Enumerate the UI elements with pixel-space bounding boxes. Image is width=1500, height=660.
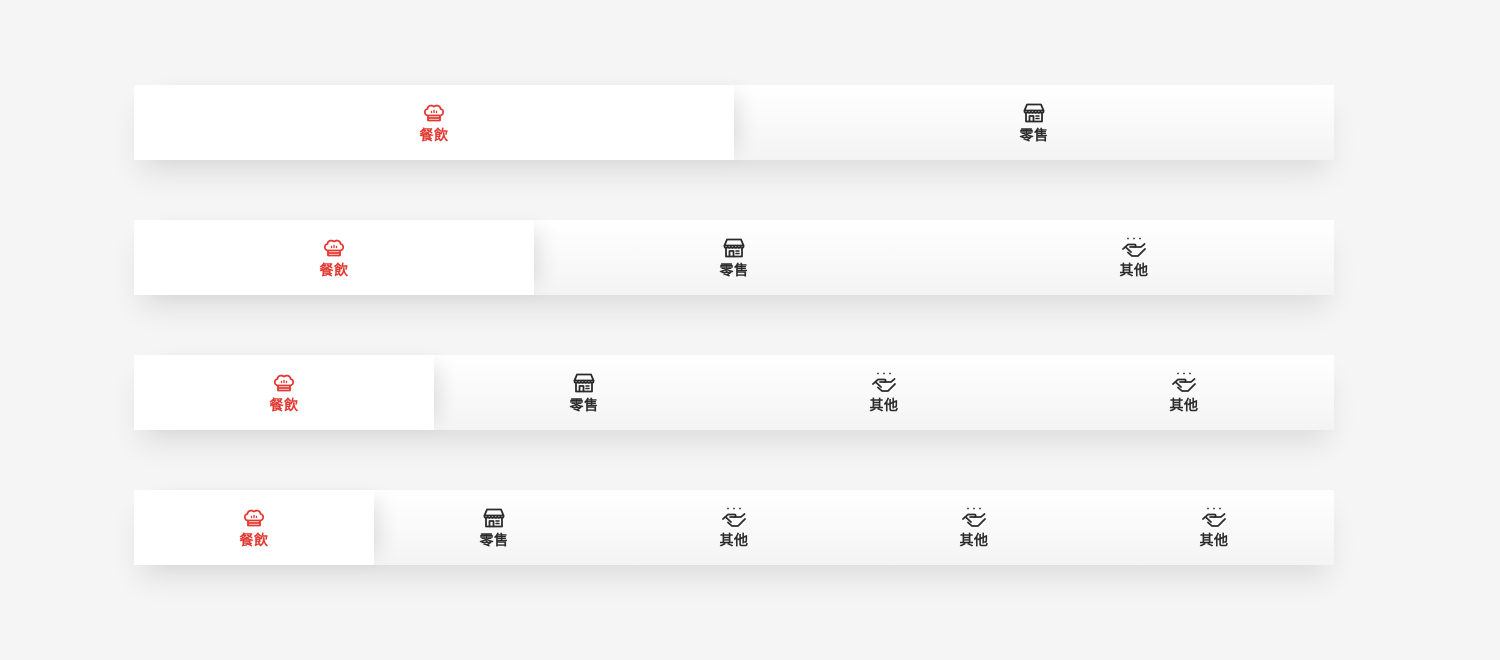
tab-3[interactable]: 其他: [734, 355, 1034, 430]
tab-1[interactable]: 餐飲: [134, 85, 734, 160]
tab-label: 零售: [569, 398, 599, 414]
tab-4[interactable]: 其他: [854, 490, 1094, 565]
tab-2[interactable]: 零售: [434, 355, 734, 430]
store-icon: [480, 505, 508, 531]
tab-1[interactable]: 餐飲: [134, 220, 534, 295]
tab-2[interactable]: 零售: [734, 85, 1334, 160]
tab-label: 餐飲: [269, 398, 299, 414]
tab-label: 零售: [1019, 128, 1049, 144]
hand-service-icon: [720, 505, 748, 531]
store-icon: [1020, 100, 1048, 126]
store-icon: [570, 370, 598, 396]
tab-bar-2: 餐飲 零售 其他: [134, 220, 1334, 295]
tab-label: 餐飲: [419, 128, 449, 144]
chef-hat-icon: [320, 235, 348, 261]
tab-bar-1: 餐飲 零售: [134, 85, 1334, 160]
hand-service-icon: [1170, 370, 1198, 396]
tab-label: 餐飲: [319, 263, 349, 279]
tab-2[interactable]: 零售: [374, 490, 614, 565]
tab-1[interactable]: 餐飲: [134, 490, 374, 565]
tab-2[interactable]: 零售: [534, 220, 934, 295]
chef-hat-icon: [420, 100, 448, 126]
tab-bar-3: 餐飲 零售 其他 其他: [134, 355, 1334, 430]
tab-label: 餐飲: [239, 533, 269, 549]
tab-label: 其他: [959, 533, 989, 549]
tab-4[interactable]: 其他: [1034, 355, 1334, 430]
tab-label: 零售: [719, 263, 749, 279]
tab-label: 其他: [719, 533, 749, 549]
hand-service-icon: [1200, 505, 1228, 531]
tab-3[interactable]: 其他: [614, 490, 854, 565]
tab-label: 其他: [869, 398, 899, 414]
hand-service-icon: [960, 505, 988, 531]
tab-5[interactable]: 其他: [1094, 490, 1334, 565]
hand-service-icon: [1120, 235, 1148, 261]
tab-label: 其他: [1119, 263, 1149, 279]
tab-label: 零售: [479, 533, 509, 549]
chef-hat-icon: [240, 505, 268, 531]
tab-bar-4: 餐飲 零售 其他 其他 其他: [134, 490, 1334, 565]
store-icon: [720, 235, 748, 261]
tab-label: 其他: [1169, 398, 1199, 414]
chef-hat-icon: [270, 370, 298, 396]
tab-1[interactable]: 餐飲: [134, 355, 434, 430]
tab-3[interactable]: 其他: [934, 220, 1334, 295]
hand-service-icon: [870, 370, 898, 396]
tab-label: 其他: [1199, 533, 1229, 549]
